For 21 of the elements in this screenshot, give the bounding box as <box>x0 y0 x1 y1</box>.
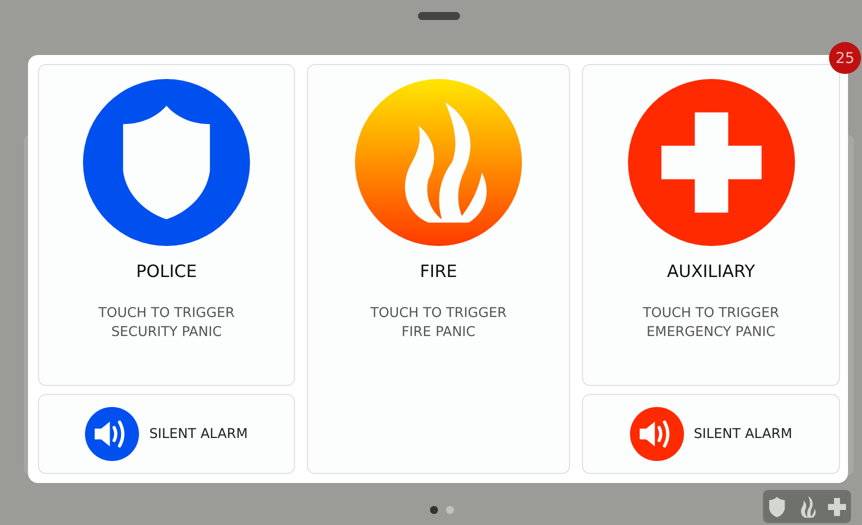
silent-alarm-button[interactable]: SILENT ALARM <box>582 394 840 474</box>
quick-panic-bar[interactable] <box>763 490 851 523</box>
silent-alarm-button[interactable]: SILENT ALARM <box>38 394 295 474</box>
page-dot[interactable] <box>446 506 454 514</box>
panel-title: AUXILIARY <box>667 262 755 282</box>
speaker-icon <box>85 407 140 461</box>
speaker-icon <box>630 407 684 461</box>
panel-title: POLICE <box>136 262 197 282</box>
panel-title: FIRE <box>420 262 458 282</box>
page-dot[interactable] <box>430 506 438 514</box>
panel-description: TOUCH TO TRIGGER SECURITY PANIC <box>98 304 235 342</box>
panic-card[interactable]: FIRE TOUCH TO TRIGGER FIRE PANIC <box>307 64 570 474</box>
shield-icon <box>83 79 250 246</box>
panic-card[interactable]: AUXILIARY TOUCH TO TRIGGER EMERGENCY PANIC <box>582 64 840 386</box>
panel-description: TOUCH TO TRIGGER EMERGENCY PANIC <box>642 304 780 342</box>
panic-card[interactable]: POLICE TOUCH TO TRIGGER SECURITY PANIC <box>38 64 295 386</box>
panel-description: TOUCH TO TRIGGER FIRE PANIC <box>370 304 507 342</box>
notification-badge: 25 <box>829 42 861 74</box>
drawer-handle[interactable] <box>418 12 460 20</box>
flame-icon <box>355 79 522 246</box>
cross-icon <box>628 79 794 246</box>
